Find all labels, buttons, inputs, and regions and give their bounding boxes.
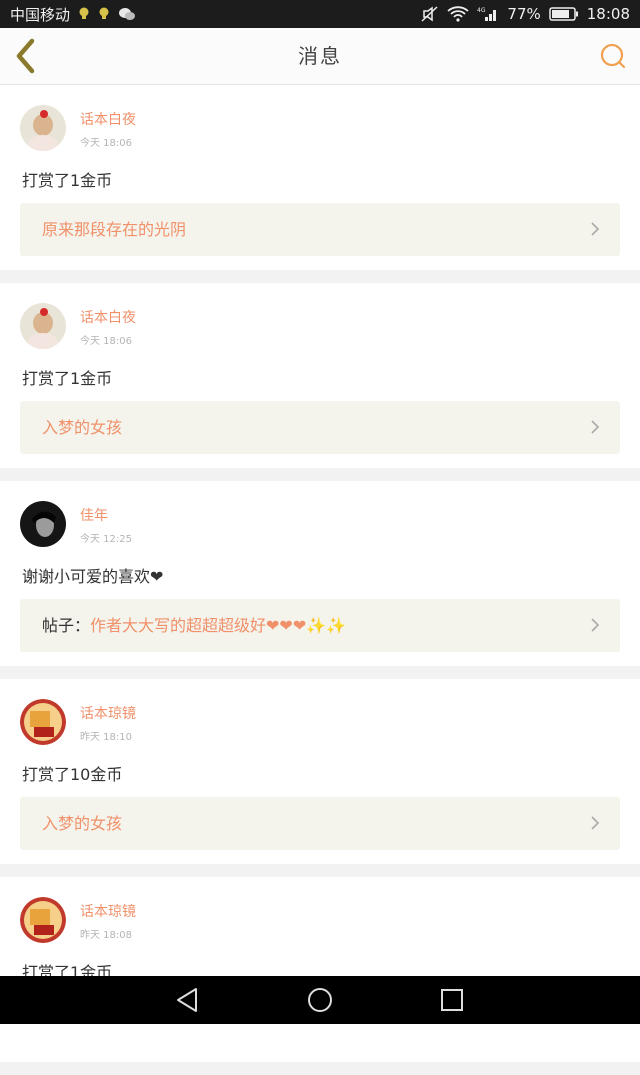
link-title: 作者大大写的超超超级好❤❤❤✨✨ bbox=[90, 616, 347, 635]
username[interactable]: 话本白夜 bbox=[80, 109, 136, 129]
message-time: 今天 18:06 bbox=[80, 336, 132, 347]
clock: 18:08 bbox=[586, 5, 630, 23]
avatar-logo-orange bbox=[20, 897, 66, 943]
avatar[interactable] bbox=[20, 303, 66, 349]
circle-home-icon bbox=[308, 988, 332, 1012]
message-card: 话本白夜 今天 18:06 打赏了1金币 入梦的女孩 bbox=[0, 283, 640, 468]
status-bar-right: 4G 77% 18:08 bbox=[421, 5, 630, 23]
message-card: 佳年 今天 12:25 谢谢小可爱的喜欢❤ 帖子：作者大大写的超超超级好❤❤❤✨… bbox=[0, 481, 640, 666]
triangle-back-icon bbox=[177, 988, 197, 1012]
username[interactable]: 话本琼镜 bbox=[80, 703, 136, 723]
avatar-logo-orange bbox=[20, 699, 66, 745]
message-text: 谢谢小可爱的喜欢❤ bbox=[22, 567, 164, 586]
battery-icon bbox=[549, 6, 579, 22]
link-title: 入梦的女孩 bbox=[42, 418, 123, 437]
linked-story-title: 入梦的女孩 bbox=[42, 401, 122, 454]
nav-back-button[interactable] bbox=[172, 986, 202, 1014]
message-text: 打赏了1金币 bbox=[22, 171, 113, 190]
search-icon bbox=[600, 43, 626, 69]
avatar[interactable] bbox=[20, 105, 66, 151]
message-text: 打赏了1金币 bbox=[22, 369, 113, 388]
linked-story-box[interactable]: 入梦的女孩 bbox=[20, 401, 620, 454]
username[interactable]: 佳年 bbox=[80, 505, 108, 525]
nav-home-button[interactable] bbox=[305, 986, 335, 1014]
avatar[interactable] bbox=[20, 699, 66, 745]
app-header: 消息 bbox=[0, 28, 640, 85]
nav-recents-button[interactable] bbox=[437, 986, 467, 1014]
message-time: 今天 18:06 bbox=[80, 138, 132, 149]
message-card: 话本琼镜 昨天 18:10 打赏了10金币 入梦的女孩 bbox=[0, 679, 640, 864]
link-title: 原来那段存在的光阴 bbox=[42, 220, 187, 239]
avatar[interactable] bbox=[20, 897, 66, 943]
search-button[interactable] bbox=[598, 41, 628, 71]
wifi-icon bbox=[447, 6, 470, 22]
signal-icon: 4G bbox=[477, 6, 499, 22]
chevron-right-icon bbox=[591, 222, 600, 236]
link-title: 入梦的女孩 bbox=[42, 814, 123, 833]
avatar[interactable] bbox=[20, 501, 66, 547]
carrier-label: 中国移动 bbox=[10, 5, 71, 24]
page-title: 消息 bbox=[298, 44, 342, 68]
chevron-right-icon bbox=[591, 618, 600, 632]
mute-icon bbox=[421, 6, 439, 22]
linked-story-title: 原来那段存在的光阴 bbox=[42, 203, 186, 256]
link-prefix: 帖子： bbox=[42, 616, 91, 635]
message-list: 话本白夜 今天 18:06 打赏了1金币 原来那段存在的光阴 话本白夜 今天 1… bbox=[0, 85, 640, 1075]
avatar-girl-red-bow bbox=[20, 303, 66, 349]
lightbulb-icon bbox=[78, 7, 90, 21]
message-card: 话本白夜 今天 18:06 打赏了1金币 原来那段存在的光阴 bbox=[0, 85, 640, 270]
status-bar: 中国移动 4G 77% 18:08 bbox=[0, 0, 640, 28]
avatar-dark-portrait bbox=[20, 501, 66, 547]
linked-post-text: 帖子：作者大大写的超超超级好❤❤❤✨✨ bbox=[42, 599, 346, 652]
linked-post-box[interactable]: 帖子：作者大大写的超超超级好❤❤❤✨✨ bbox=[20, 599, 620, 652]
chevron-right-icon bbox=[591, 420, 600, 434]
status-bar-left: 中国移动 bbox=[10, 4, 136, 25]
wechat-icon bbox=[118, 7, 136, 21]
username[interactable]: 话本白夜 bbox=[80, 307, 136, 327]
linked-story-box[interactable]: 入梦的女孩 bbox=[20, 797, 620, 850]
network-type-label: 4G bbox=[477, 7, 486, 14]
message-card: 话本琼镜 昨天 18:08 打赏了1金币 bbox=[0, 877, 640, 1062]
avatar-girl-red-bow bbox=[20, 105, 66, 151]
lightbulb-icon bbox=[98, 7, 110, 21]
message-time: 昨天 18:08 bbox=[80, 930, 132, 941]
linked-story-title: 入梦的女孩 bbox=[42, 797, 122, 850]
square-recents-icon bbox=[441, 989, 463, 1011]
battery-percent: 77% bbox=[507, 5, 541, 23]
system-nav-bar bbox=[0, 976, 640, 1024]
chevron-right-icon bbox=[591, 816, 600, 830]
linked-story-box[interactable]: 原来那段存在的光阴 bbox=[20, 203, 620, 256]
message-time: 今天 12:25 bbox=[80, 534, 132, 545]
username[interactable]: 话本琼镜 bbox=[80, 901, 136, 921]
message-time: 昨天 18:10 bbox=[80, 732, 132, 743]
message-text: 打赏了10金币 bbox=[22, 765, 123, 784]
